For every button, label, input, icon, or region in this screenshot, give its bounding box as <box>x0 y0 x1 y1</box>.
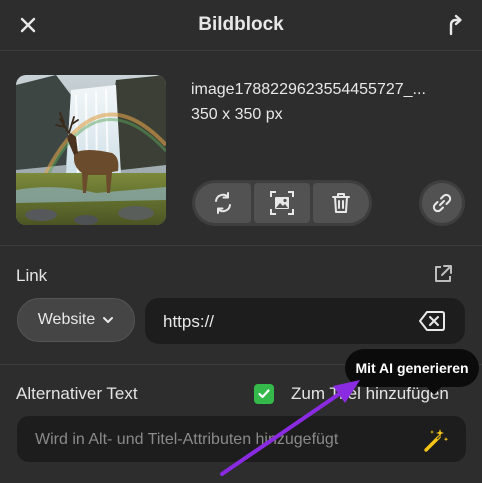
link-icon <box>432 193 452 213</box>
chevron-down-icon <box>103 317 114 323</box>
panel-header: Bildblock <box>0 0 482 51</box>
ai-generate-tooltip: Mit AI generieren <box>345 349 479 387</box>
delete-image-button[interactable] <box>313 183 369 223</box>
replace-image-button[interactable] <box>195 183 251 223</box>
trash-icon <box>332 193 350 213</box>
link-image-button[interactable] <box>419 180 465 226</box>
backspace-clear-icon[interactable] <box>419 310 445 332</box>
link-type-select[interactable]: Website <box>17 298 135 342</box>
url-input[interactable]: https:// <box>145 298 465 344</box>
link-label: Link <box>16 266 48 285</box>
alt-text-input[interactable]: Wird in Alt- und Titel-Attributen hinzug… <box>17 416 466 462</box>
magic-wand-icon[interactable] <box>422 427 450 453</box>
tooltip-pointer <box>426 386 442 395</box>
alt-text-placeholder: Wird in Alt- und Titel-Attributen hinzug… <box>35 431 339 448</box>
crop-image-icon <box>270 191 294 215</box>
external-link-icon[interactable] <box>432 263 454 285</box>
replace-icon <box>215 192 231 214</box>
link-section: Link Website https:// <box>0 246 482 365</box>
image-action-group <box>192 180 372 226</box>
alt-text-label: Alternativer Text <box>16 384 138 403</box>
panel-title: Bildblock <box>198 14 284 35</box>
image-thumbnail[interactable] <box>16 75 166 225</box>
add-to-title-checkbox[interactable] <box>254 384 274 404</box>
image-filename: image1788229623554455727_... <box>191 81 426 98</box>
link-type-value: Website <box>37 311 96 328</box>
url-value: https:// <box>163 312 215 331</box>
image-section: image1788229623554455727_... 350 x 350 p… <box>0 50 482 246</box>
crop-image-button[interactable] <box>254 183 310 223</box>
checkmark-icon <box>258 389 270 399</box>
upload-arrow-icon[interactable] <box>442 13 466 37</box>
image-dimensions: 350 x 350 px <box>191 106 283 123</box>
